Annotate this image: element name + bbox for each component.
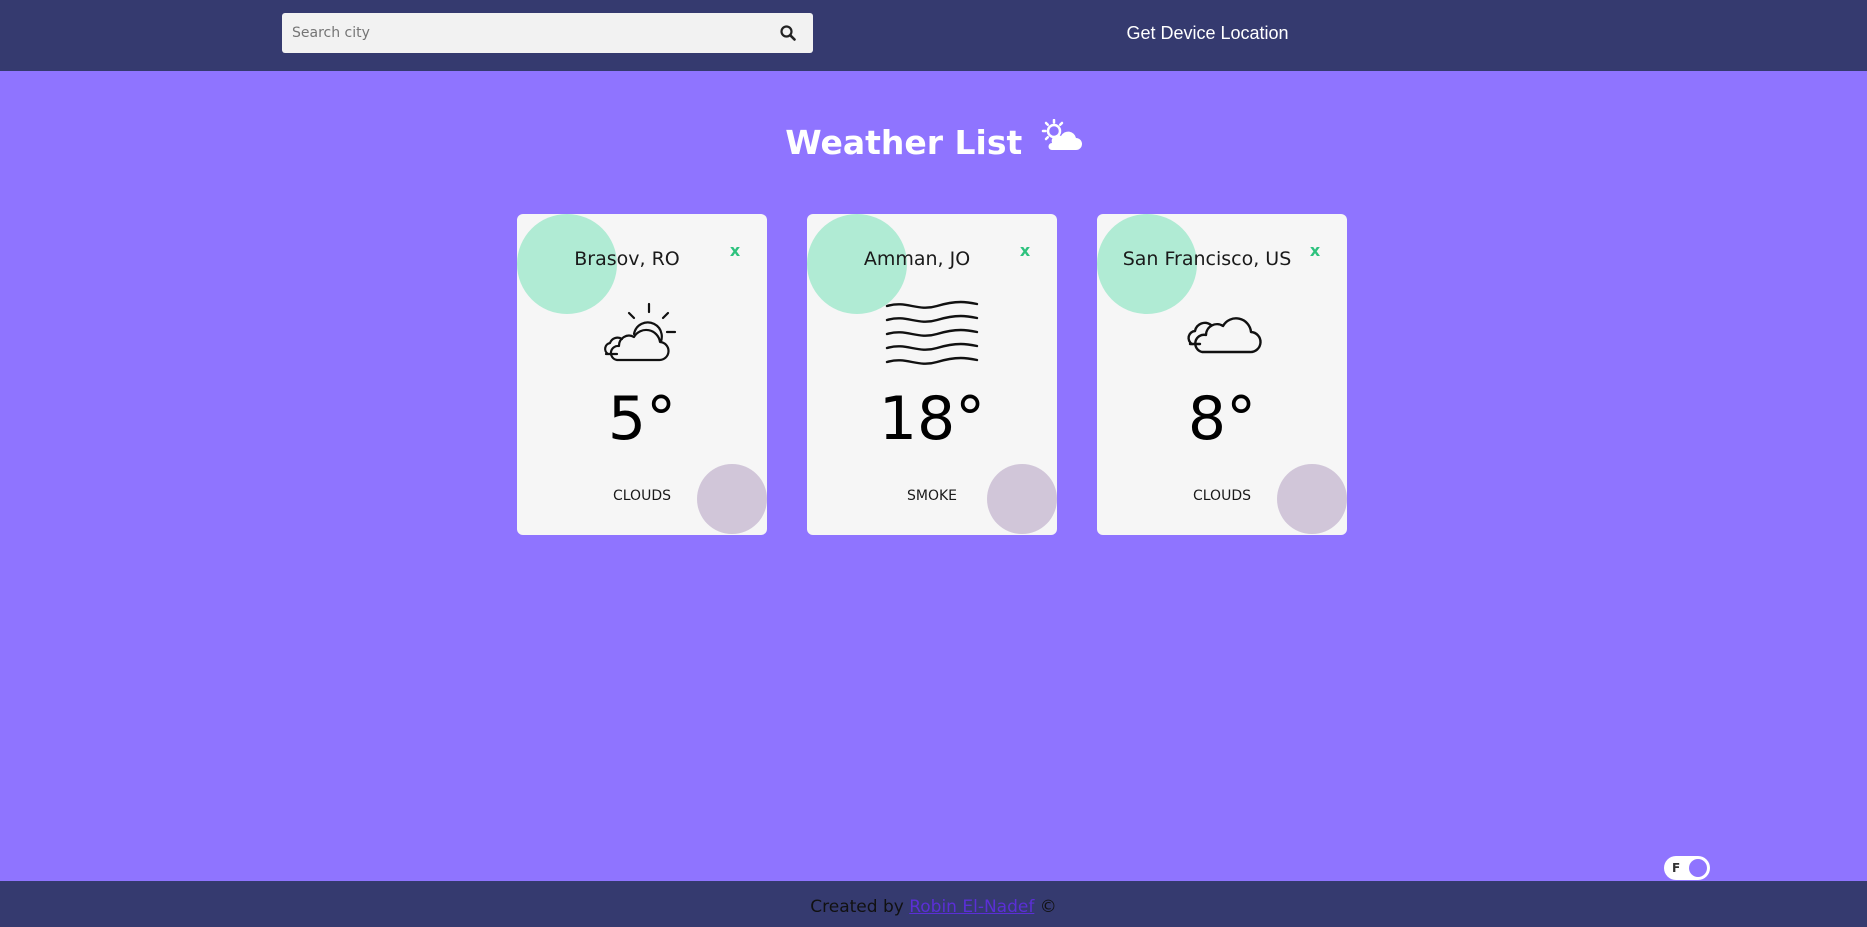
author-link[interactable]: Robin El-Nadef: [909, 897, 1034, 917]
card-city-name: Brasov, RO: [574, 248, 680, 270]
top-bar: Get Device Location: [0, 0, 1867, 71]
partly-cloudy-icon: [604, 302, 677, 362]
card-city-name: San Francisco, US: [1122, 248, 1292, 270]
card-temperature: 18°: [878, 384, 986, 454]
get-device-location-button[interactable]: Get Device Location: [1100, 19, 1315, 47]
page-title: Weather List: [0, 118, 1867, 168]
sun-behind-cloud-icon: [1040, 117, 1082, 167]
copyright-symbol: ©: [1039, 897, 1057, 917]
search-input[interactable]: [282, 13, 752, 53]
weather-card: Brasov, RO x 5° CLOUDS: [517, 214, 767, 535]
page-title-text: Weather List: [785, 123, 1023, 162]
remove-city-button[interactable]: x: [1305, 241, 1325, 261]
cloud-icon: [1187, 317, 1262, 354]
unit-toggle-label: F: [1672, 861, 1681, 875]
unit-toggle[interactable]: F: [1664, 856, 1710, 880]
card-condition: CLOUDS: [612, 488, 671, 504]
search-box: [282, 13, 813, 53]
footer: Created by Robin El-Nadef ©: [0, 881, 1867, 927]
unit-toggle-knob: [1689, 859, 1707, 877]
card-temperature: 5°: [607, 384, 677, 454]
remove-city-button[interactable]: x: [1015, 241, 1035, 261]
card-condition: SMOKE: [906, 488, 957, 504]
search-button[interactable]: [763, 13, 813, 53]
smoke-icon: [885, 300, 979, 365]
weather-card: Amman, JO x 18° SMOKE: [807, 214, 1057, 535]
remove-city-button[interactable]: x: [725, 241, 745, 261]
search-icon: [780, 25, 796, 41]
card-city-name: Amman, JO: [863, 248, 971, 270]
card-condition: CLOUDS: [1192, 488, 1251, 504]
weather-card: San Francisco, US x 8° CLOUDS: [1097, 214, 1347, 535]
card-temperature: 8°: [1187, 384, 1257, 454]
footer-prefix: Created by: [810, 897, 904, 917]
